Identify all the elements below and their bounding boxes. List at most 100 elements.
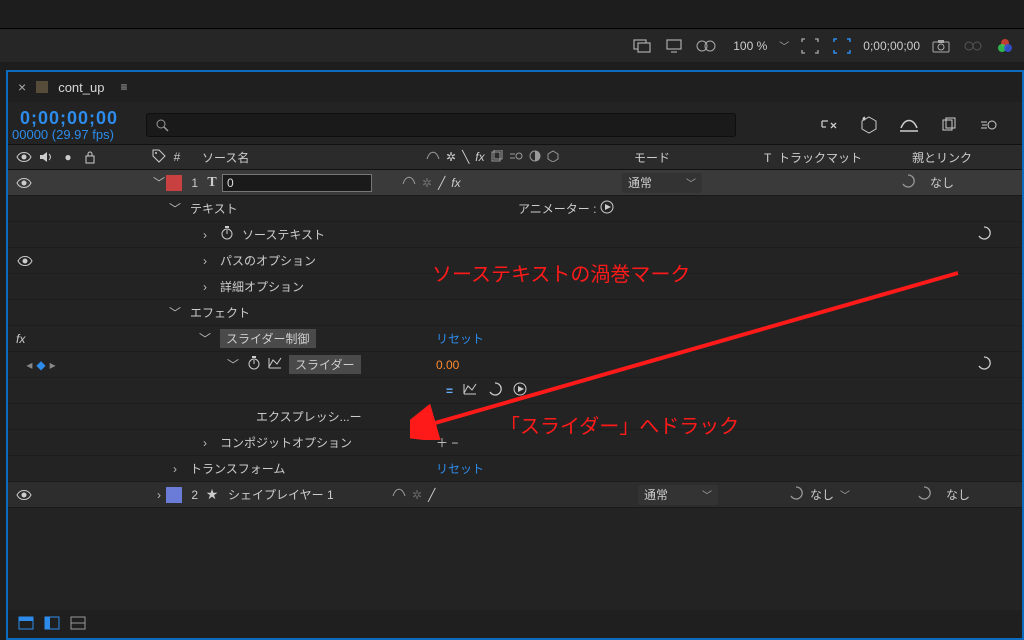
l1-fx[interactable]: fx <box>451 176 460 190</box>
l2-shy[interactable] <box>392 487 406 502</box>
audio-column-icon[interactable] <box>38 149 54 165</box>
srctxt-pickwhip-icon[interactable] <box>976 230 992 244</box>
slider-pickwhip-icon[interactable] <box>976 360 992 374</box>
lock-column-icon[interactable] <box>82 149 98 165</box>
l1-collapse[interactable]: ✲ <box>422 176 432 190</box>
current-time[interactable]: 0;00;00;00 <box>20 108 118 129</box>
l2-collapse[interactable]: ✲ <box>412 488 422 502</box>
layer2-label-color[interactable] <box>166 487 182 503</box>
prop-slider-control[interactable]: fx ﹀スライダー制御 リセット <box>8 326 1022 352</box>
twirl-fx[interactable]: ﹀ <box>168 304 182 321</box>
zoom-dropdown[interactable]: 100 % ﹀ <box>727 37 789 55</box>
layer2-trkmat-pickwhip[interactable] <box>788 485 804 504</box>
draft3d-icon[interactable] <box>858 114 880 136</box>
layer1-mode-dropdown[interactable]: 通常﹀ <box>622 173 702 193</box>
toggle-modes-icon[interactable] <box>44 616 60 633</box>
next-keyframe-icon[interactable]: ▸ <box>50 358 56 372</box>
transparency-grid-icon[interactable] <box>831 35 853 57</box>
keyframe-diamond-icon[interactable]: ◆ <box>36 358 45 372</box>
layer1-label-color[interactable] <box>166 175 182 191</box>
prop-comp-options[interactable]: ›コンポジットオプション ＋ − <box>8 430 1022 456</box>
stopwatch-slider-icon[interactable] <box>247 356 261 373</box>
frame-blend-icon[interactable] <box>938 114 960 136</box>
slider-value[interactable]: 0.00 <box>436 358 459 372</box>
animator-add-icon[interactable] <box>600 200 614 217</box>
comp-flowchart-icon[interactable] <box>818 114 840 136</box>
layer2-twirl[interactable]: › <box>152 488 166 502</box>
index-column[interactable]: # <box>174 150 181 164</box>
prop-expression-line[interactable]: エクスプレッシ...ー <box>8 404 1022 430</box>
prop-text[interactable]: ﹀ テキスト アニメーター : <box>8 196 1022 222</box>
animator-label: アニメーター : <box>518 200 596 217</box>
chevron-down-icon: ﹀ <box>840 487 850 502</box>
prop-transform[interactable]: ›トランスフォーム リセット <box>8 456 1022 482</box>
label-column-icon[interactable] <box>152 149 166 166</box>
comp-tab-label[interactable]: cont_up <box>58 80 104 95</box>
layer1-video-toggle[interactable] <box>16 175 32 191</box>
transform-reset[interactable]: リセット <box>436 460 484 477</box>
mode-column[interactable]: モード <box>634 149 764 166</box>
frame-info[interactable]: 00000 (29.97 fps) <box>12 127 118 142</box>
hide-shy-icon[interactable] <box>898 114 920 136</box>
timeline-search-input[interactable] <box>146 113 736 137</box>
prev-keyframe-icon[interactable]: ◂ <box>26 358 32 372</box>
trkmat-column[interactable]: トラックマット <box>778 151 862 165</box>
frame-blend-switch-icon <box>491 150 503 165</box>
show-snapshot-icon[interactable] <box>962 35 984 57</box>
l2-quality[interactable]: ╱ <box>428 488 435 502</box>
source-name-column[interactable]: ソース名 <box>196 149 426 166</box>
layer2-trkmat-value[interactable]: なし <box>810 486 834 503</box>
twirl-transform[interactable]: › <box>168 462 182 476</box>
layer1-twirl[interactable]: ﹀ <box>152 174 166 191</box>
snapshot-icon[interactable] <box>930 35 952 57</box>
layer2-parent-value[interactable]: なし <box>946 486 970 503</box>
chevron-down-icon: ﹀ <box>686 175 696 190</box>
stopwatch-srctxt-icon[interactable] <box>220 226 234 243</box>
solo-column-icon[interactable]: ● <box>60 149 76 165</box>
color-mgr-icon[interactable] <box>994 35 1016 57</box>
prop-slider[interactable]: ◂ ◆ ▸ ﹀ スライダー 0.00 <box>8 352 1022 378</box>
display-settings-icon[interactable] <box>631 35 653 57</box>
expression-enable-icon[interactable]: = <box>446 384 453 398</box>
layer2-pickwhip-icon[interactable] <box>916 485 932 504</box>
toggle-inout-icon[interactable] <box>70 616 86 633</box>
layer1-pickwhip-icon[interactable] <box>900 173 916 192</box>
comp-opts-plusminus[interactable]: ＋ − <box>436 434 458 451</box>
mask-toggle-icon[interactable] <box>695 35 717 57</box>
prop-path-options[interactable]: ›パスのオプション <box>8 248 1022 274</box>
prop-text-label: テキスト <box>190 200 238 217</box>
l1-quality[interactable]: ╱ <box>438 176 445 190</box>
layer1-name-input[interactable] <box>222 174 372 192</box>
l1-shy[interactable] <box>402 175 416 190</box>
twirl-slider-ctrl[interactable]: ﹀ <box>198 330 212 347</box>
prop-effects[interactable]: ﹀エフェクト <box>8 300 1022 326</box>
twirl-pathopt[interactable]: › <box>198 254 212 268</box>
layer-row-2[interactable]: › 2 ★ シェイプレイヤー 1 ✲ ╱ 通常﹀ なし ﹀ なし <box>8 482 1022 508</box>
roi-icon[interactable] <box>799 35 821 57</box>
layer-row-1[interactable]: ﹀ 1 T ✲ ╱ fx 通常﹀ なし <box>8 170 1022 196</box>
path-opts-visible[interactable] <box>17 253 33 269</box>
slider-ctrl-reset[interactable]: リセット <box>436 330 484 347</box>
graph-editor-toggle-icon[interactable] <box>268 357 282 372</box>
twirl-srctxt[interactable]: › <box>198 228 212 242</box>
twirl-more[interactable]: › <box>198 280 212 294</box>
prop-more-options[interactable]: ›詳細オプション <box>8 274 1022 300</box>
layer2-video-toggle[interactable] <box>16 487 32 503</box>
video-column-icon[interactable] <box>16 149 32 165</box>
prop-source-text[interactable]: ›ソーステキスト <box>8 222 1022 248</box>
expression-lang-menu-icon[interactable] <box>513 382 527 399</box>
twirl-text[interactable]: ﹀ <box>168 200 182 217</box>
monitor-icon[interactable] <box>663 35 685 57</box>
toggle-switches-icon[interactable] <box>18 616 34 633</box>
preview-time[interactable]: 0;00;00;00 <box>863 39 920 53</box>
twirl-compopt[interactable]: › <box>198 436 212 450</box>
twirl-slider[interactable]: ﹀ <box>226 356 240 373</box>
expression-graph-icon[interactable] <box>463 383 477 398</box>
layer2-mode-dropdown[interactable]: 通常﹀ <box>638 485 718 505</box>
parent-column[interactable]: 親とリンク <box>904 149 1022 166</box>
expression-pickwhip-icon[interactable] <box>487 381 503 400</box>
motion-blur-icon[interactable] <box>978 114 1000 136</box>
layer1-parent-value[interactable]: なし <box>930 174 954 191</box>
close-panel-icon[interactable]: × <box>18 79 26 95</box>
panel-menu-icon[interactable]: ≡ <box>120 80 127 94</box>
